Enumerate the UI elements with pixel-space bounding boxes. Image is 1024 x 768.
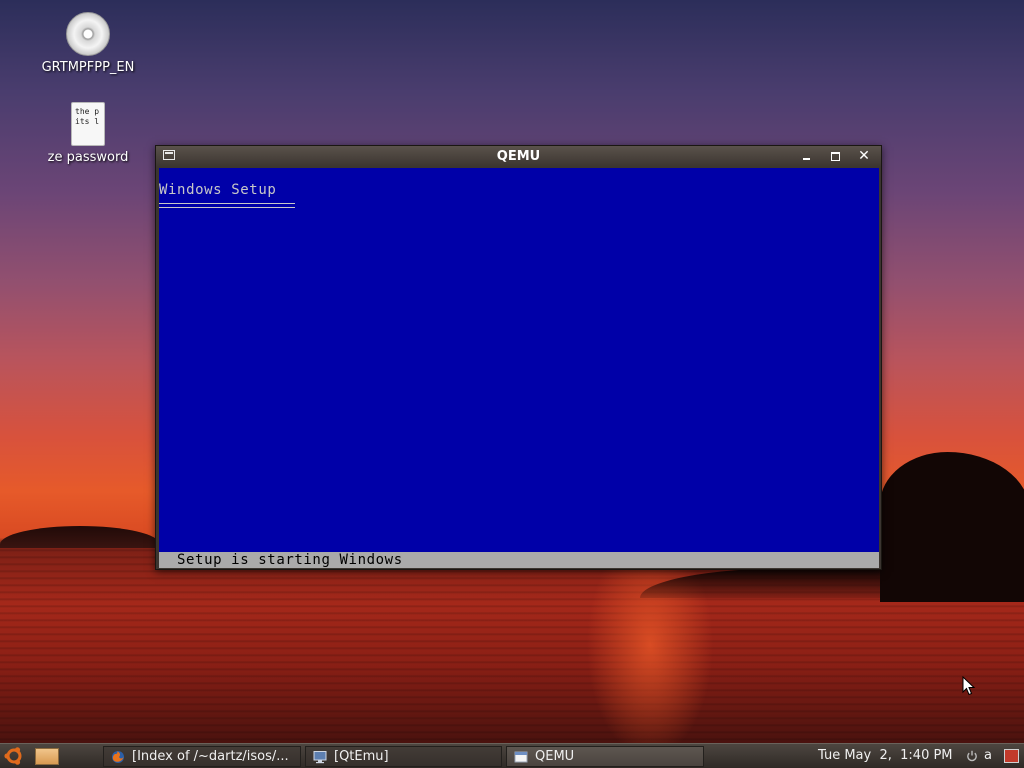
setup-heading-underline xyxy=(159,203,295,208)
wallpaper-shoreline xyxy=(0,526,160,548)
taskbar-item-label: [Index of /~dartz/isos/... xyxy=(132,749,289,764)
minimize-icon xyxy=(802,158,810,160)
desktop-icon-label: ze password xyxy=(47,150,129,165)
taskbar-item-qtemu[interactable]: [QtEmu] xyxy=(305,746,502,767)
power-icon[interactable] xyxy=(966,750,978,762)
firefox-icon xyxy=(112,751,124,763)
setup-status-text: Setup is starting Windows xyxy=(177,552,403,568)
maximize-button[interactable] xyxy=(826,148,844,164)
taskbar: [Index of /~dartz/isos/... [QtEmu] QEMU … xyxy=(0,743,1024,768)
setup-status-bar: Setup is starting Windows xyxy=(159,552,879,568)
show-desktop-button[interactable] xyxy=(35,748,59,765)
file-preview-line: the p xyxy=(75,107,100,116)
logout-icon[interactable] xyxy=(1004,749,1019,763)
ubuntu-menu-button[interactable] xyxy=(2,745,26,767)
taskbar-item-label: [QtEmu] xyxy=(334,749,389,764)
qemu-window[interactable]: QEMU ✕ Windows Setup Setup is starting W… xyxy=(155,145,882,570)
desktop-icon-label: GRTMPFPP_EN xyxy=(41,60,135,75)
wallpaper-island-trees xyxy=(880,452,1024,602)
tray-user-indicator[interactable]: a xyxy=(984,748,992,763)
window-title: QEMU xyxy=(496,149,541,164)
close-icon: ✕ xyxy=(858,148,870,164)
desktop-icon-cd[interactable]: GRTMPFPP_EN xyxy=(33,12,143,75)
mouse-pointer-icon xyxy=(962,676,976,696)
text-file-icon: the p its l xyxy=(71,102,105,146)
minimize-button[interactable] xyxy=(797,148,815,164)
monitor-icon xyxy=(313,751,327,764)
file-preview-line: its l xyxy=(75,117,100,126)
desktop-icon-text-file[interactable]: the p its l ze password xyxy=(33,102,143,165)
taskbar-item-label: QEMU xyxy=(535,749,575,764)
taskbar-item-qemu[interactable]: QEMU xyxy=(506,746,704,767)
maximize-icon xyxy=(830,152,840,161)
taskbar-item-browser[interactable]: [Index of /~dartz/isos/... xyxy=(103,746,301,767)
clock[interactable]: Tue May 2, 1:40 PM xyxy=(818,748,953,763)
window-titlebar[interactable]: QEMU ✕ xyxy=(156,146,881,167)
window-icon xyxy=(514,751,528,763)
close-button[interactable]: ✕ xyxy=(855,148,873,164)
setup-heading: Windows Setup xyxy=(159,182,277,198)
cd-disc-icon xyxy=(66,12,110,56)
vm-display[interactable]: Windows Setup Setup is starting Windows xyxy=(159,168,879,568)
